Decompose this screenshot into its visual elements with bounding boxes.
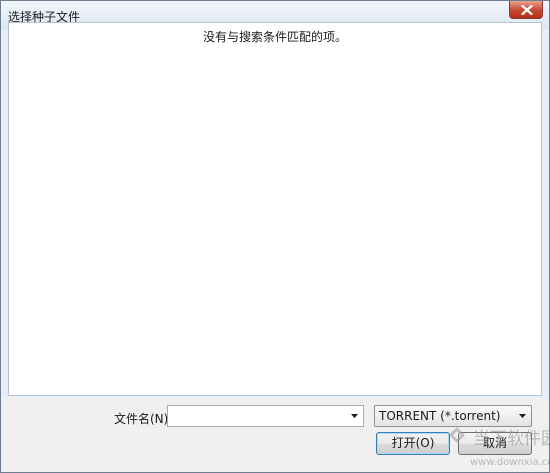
file-name-label: 文件名(N): [114,412,173,426]
open-button[interactable]: 打开(O) [376,432,450,455]
file-open-dialog: 选择种子文件 没有与搜索条件匹配的项。 文件名(N): TORRENT (*.t… [0,0,550,473]
file-type-selected: TORRENT (*.torrent) [379,409,501,423]
close-icon [521,5,533,15]
file-name-input[interactable] [170,407,342,425]
chevron-down-icon [351,414,358,418]
file-type-select[interactable]: TORRENT (*.torrent) [374,405,532,427]
chevron-down-icon [519,414,526,418]
empty-list-message: 没有与搜索条件匹配的项。 [202,30,347,44]
file-name-combobox[interactable] [167,405,364,427]
file-list-view[interactable]: 没有与搜索条件匹配的项。 [8,22,542,396]
close-button[interactable] [509,1,543,19]
cancel-button[interactable]: 取消 [458,432,532,455]
dialog-footer: 文件名(N): TORRENT (*.torrent) 打开(O) 取消 [2,397,548,472]
file-name-dropdown-button[interactable] [346,406,363,426]
